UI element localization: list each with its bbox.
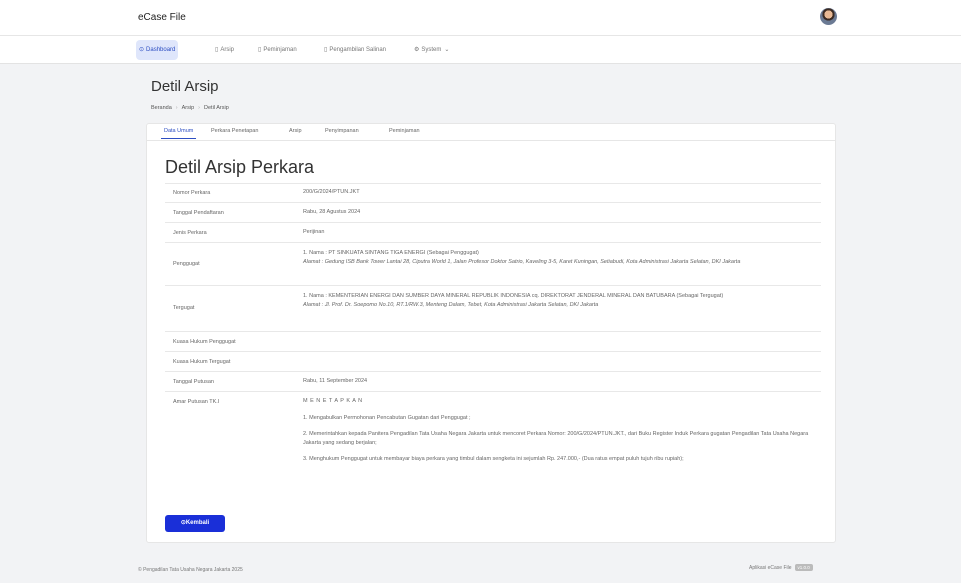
table-row: Penggugat 1. Nama : PT SINKUATA SINTANG … bbox=[165, 242, 821, 285]
tab-perkara-penetapan[interactable]: Perkara Penetapan bbox=[211, 128, 258, 134]
row-label: Nomor Perkara bbox=[173, 190, 211, 196]
row-label: Kuasa Hukum Penggugat bbox=[173, 339, 236, 345]
row-label: Tergugat bbox=[173, 305, 195, 311]
breadcrumb-detil-arsip: Detil Arsip bbox=[204, 105, 229, 111]
back-button[interactable]: ⊙Kembali bbox=[165, 515, 225, 532]
page-title: Detil Arsip bbox=[151, 78, 219, 95]
row-label: Tanggal Pendaftaran bbox=[173, 210, 224, 216]
gear-icon: ⚙ bbox=[414, 47, 420, 53]
version-badge: v1.0.0 bbox=[794, 564, 813, 571]
table-row: Jenis Perkara Perijinan bbox=[165, 222, 821, 242]
footer-copyright: © Pengadilan Tata Usaha Negara Jakarta 2… bbox=[138, 567, 243, 573]
table-row: Nomor Perkara 200/G/2024/PTUN.JKT bbox=[165, 183, 821, 202]
row-value: 200/G/2024/PTUN.JKT bbox=[303, 189, 360, 195]
tab-bar: Data Umum Perkara Penetapan Arsip Penyim… bbox=[147, 124, 835, 141]
dashboard-icon: ⊙ bbox=[139, 47, 145, 53]
top-bar: eCase File bbox=[0, 0, 961, 36]
document-icon: ▯ bbox=[258, 47, 262, 53]
nav-dashboard[interactable]: ⊙ Dashboard bbox=[136, 40, 179, 60]
table-row: Kuasa Hukum Penggugat bbox=[165, 331, 821, 351]
tab-peminjaman[interactable]: Peminjaman bbox=[389, 128, 420, 134]
chevron-down-icon: ⌄ bbox=[444, 47, 450, 53]
tab-arsip[interactable]: Arsip bbox=[289, 128, 302, 134]
chevron-right-icon: › bbox=[198, 105, 201, 111]
row-value: M E N E T A P K A N 1. Mengabulkan Permo… bbox=[303, 398, 809, 462]
chevron-right-icon: › bbox=[175, 105, 178, 111]
row-value: Rabu, 28 Agustus 2024 bbox=[303, 209, 361, 215]
table-row: Tanggal Putusan Rabu, 11 September 2024 bbox=[165, 371, 821, 391]
row-value: Perijinan bbox=[303, 229, 325, 235]
breadcrumb: Beranda › Arsip › Detil Arsip bbox=[151, 105, 229, 111]
breadcrumb-arsip[interactable]: Arsip bbox=[182, 105, 195, 111]
row-label: Penggugat bbox=[173, 261, 200, 267]
row-label: Jenis Perkara bbox=[173, 230, 207, 236]
table-row: Kuasa Hukum Tergugat bbox=[165, 351, 821, 371]
tab-data-umum[interactable]: Data Umum bbox=[160, 128, 197, 139]
table-row: Tanggal Pendaftaran Rabu, 28 Agustus 202… bbox=[165, 202, 821, 222]
document-icon: ▯ bbox=[324, 47, 328, 53]
row-value: 1. Nama : KEMENTERIAN ENERGI DAN SUMBER … bbox=[303, 293, 724, 308]
nav-pengambilan-salinan[interactable]: ▯ Pengambilan Salinan bbox=[321, 40, 389, 60]
row-value: 1. Nama : PT SINKUATA SINTANG TIGA ENERG… bbox=[303, 250, 741, 265]
breadcrumb-beranda[interactable]: Beranda bbox=[151, 105, 172, 111]
row-label: Tanggal Putusan bbox=[173, 379, 214, 385]
main-nav: ⊙ Dashboard ▯ Arsip ▯ Peminjaman ▯ Pengambil… bbox=[0, 36, 961, 64]
detail-card: Data Umum Perkara Penetapan Arsip Penyim… bbox=[146, 123, 836, 543]
row-label: Amar Putusan TK.I bbox=[173, 399, 220, 405]
table-row: Amar Putusan TK.I M E N E T A P K A N 1.… bbox=[165, 391, 821, 491]
tab-penyimpanan[interactable]: Penyimpanan bbox=[325, 128, 359, 134]
app-title[interactable]: eCase File bbox=[138, 12, 186, 23]
row-value: Rabu, 11 September 2024 bbox=[303, 378, 368, 384]
table-row: Tergugat 1. Nama : KEMENTERIAN ENERGI DA… bbox=[165, 285, 821, 331]
nav-arsip[interactable]: ▯ Arsip bbox=[212, 40, 237, 60]
row-label: Kuasa Hukum Tergugat bbox=[173, 359, 231, 365]
user-avatar[interactable] bbox=[820, 8, 837, 25]
nav-peminjaman[interactable]: ▯ Peminjaman bbox=[255, 40, 300, 60]
nav-system[interactable]: ⚙ System ⌄ bbox=[411, 40, 452, 60]
footer-app-info: Aplikasi eCase File v1.0.0 bbox=[749, 564, 813, 571]
card-title: Detil Arsip Perkara bbox=[165, 157, 315, 177]
document-icon: ▯ bbox=[215, 47, 219, 53]
